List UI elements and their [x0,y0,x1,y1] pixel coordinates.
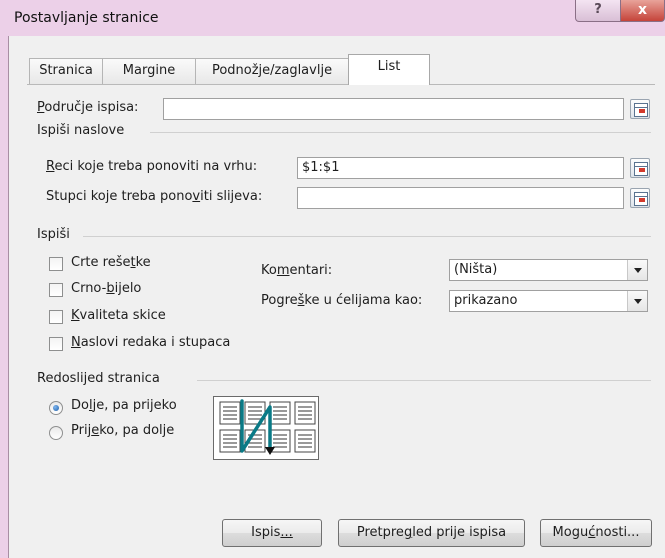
row-col-headings-checkbox[interactable] [49,337,63,351]
rows-to-repeat-label: Reci koje treba ponoviti na vrhu: [46,159,258,174]
print-button[interactable]: Ispis... [222,519,322,547]
tab-podnozje-zaglavlje[interactable]: Podnožje/zaglavlje [195,58,349,84]
cols-to-repeat-input[interactable] [297,187,624,209]
window-title: Postavljanje stranice [14,10,159,26]
print-titles-section: Ispiši naslove [35,123,651,139]
close-icon: x [637,2,648,18]
print-heading: Ispiši [37,227,70,242]
help-button[interactable]: ? [575,0,621,22]
range-select-icon [634,162,648,176]
print-section: Ispiši [35,227,651,243]
tab-margine[interactable]: Margine [102,58,196,84]
black-and-white-label: Crno-bijelo [71,281,142,296]
page-order-diagram-icon [219,399,316,455]
print-area-label: Područje ispisa: [37,100,139,115]
print-area-input[interactable] [163,98,624,120]
divider [150,132,651,133]
chevron-down-icon[interactable] [627,260,647,280]
comments-select[interactable]: (Ništa) [449,259,648,281]
cell-errors-label: Pogreške u ćelijama kao: [261,293,423,308]
draft-quality-checkbox[interactable] [49,310,63,324]
gridlines-label: Crte rešetke [71,255,151,270]
dialog-client: Stranica Margine Podnožje/zaglavlje List… [8,36,665,558]
down-then-over-label: Dolje, pa prijeko [71,398,177,413]
comments-label: Komentari: [261,263,333,278]
over-then-down-radio[interactable] [49,426,63,440]
tab-stranica[interactable]: Stranica [29,58,103,84]
row-col-headings-label: Naslovi redaka i stupaca [71,335,231,350]
print-area-collapse-button[interactable] [630,99,650,119]
page-order-heading: Redoslijed stranica [37,371,160,386]
gridlines-checkbox[interactable] [49,257,63,271]
cols-to-repeat-label: Stupci koje treba ponoviti slijeva: [46,189,263,204]
divider [197,380,651,381]
print-preview-button[interactable]: Pretpregled prije ispisa [338,519,525,547]
cell-errors-value: prikazano [454,293,518,308]
close-button[interactable]: x [620,0,665,22]
options-button[interactable]: Mogućnosti... [540,519,652,547]
down-then-over-radio[interactable] [49,401,63,415]
tab-panel-list: Područje ispisa: Ispiši naslove Reci koj… [27,84,655,555]
page-order-preview-image [213,396,319,460]
dialog-window: Postavljanje stranice ? x Stranica Margi… [0,0,665,558]
rows-to-repeat-input[interactable]: $1:$1 [297,157,624,179]
over-then-down-label: Prijeko, pa dolje [71,423,175,438]
black-and-white-checkbox[interactable] [49,283,63,297]
cell-errors-select[interactable]: prikazano [449,290,648,312]
chevron-down-icon[interactable] [627,291,647,311]
comments-value: (Ništa) [454,262,498,277]
draft-quality-label: Kvaliteta skice [71,308,166,323]
page-order-section: Redoslijed stranica [35,371,651,387]
rows-collapse-button[interactable] [630,158,650,178]
title-bar[interactable]: Postavljanje stranice ? x [0,0,665,36]
cols-collapse-button[interactable] [630,188,650,208]
print-titles-heading: Ispiši naslove [37,123,125,138]
tab-list[interactable]: List [348,54,430,85]
range-select-icon [634,103,648,117]
range-select-icon [634,192,648,206]
help-icon: ? [594,2,602,17]
divider [83,236,651,237]
